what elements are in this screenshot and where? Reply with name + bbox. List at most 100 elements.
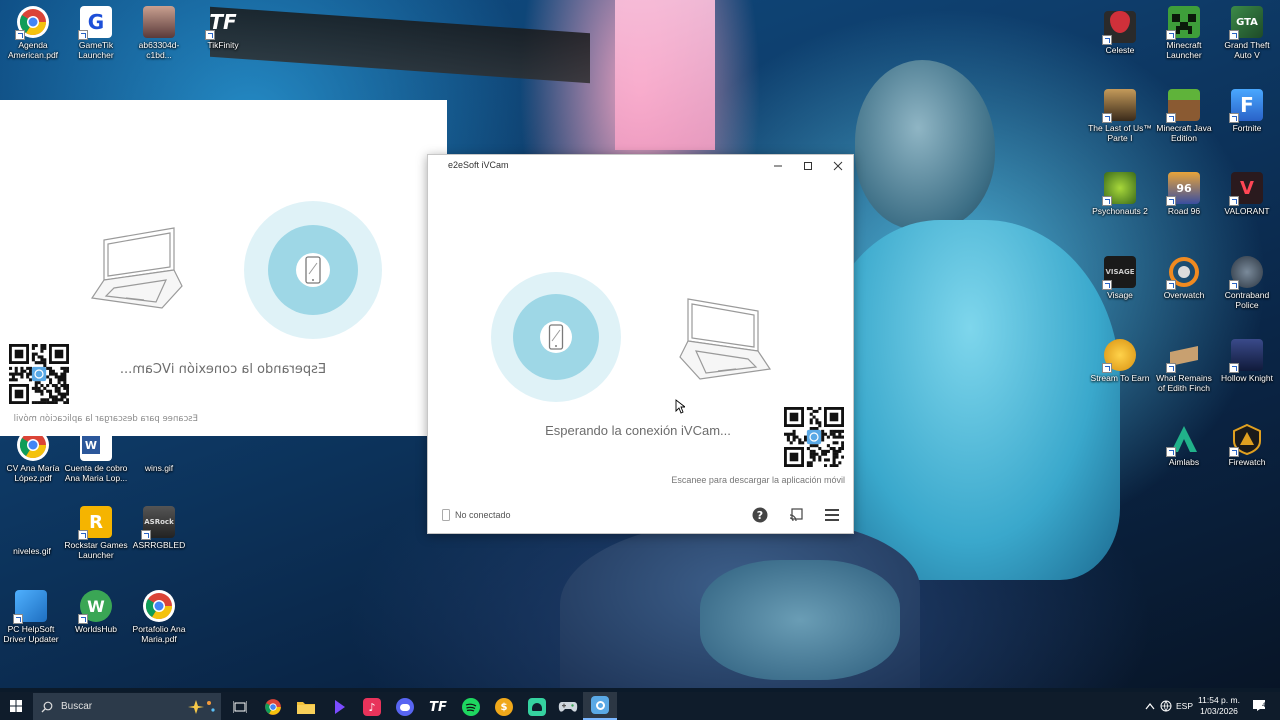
desktop-icon-visage[interactable]: VISAGE Visage: [1088, 256, 1152, 300]
search-placeholder: Buscar: [61, 701, 93, 712]
desktop-icon-label: Minecraft Java Edition: [1156, 123, 1212, 143]
desktop-icon-label: Grand Theft Auto V: [1224, 40, 1270, 60]
ivcam-taskbar-icon: [591, 696, 609, 714]
desktop-icon-portafolio[interactable]: Portafolio Ana Maria.pdf: [127, 590, 191, 644]
desktop-icon-asrrgbled[interactable]: ASRock ASRRGBLED: [127, 506, 191, 550]
windows-logo-icon: [10, 700, 22, 712]
taskbar: Buscar ♪ TF $ ESP 11:54 p. m. 1/03/2026: [0, 692, 1280, 720]
taskbar-discord[interactable]: [394, 696, 416, 718]
desktop-icon-stream-to-earn[interactable]: Stream To Earn: [1088, 339, 1152, 383]
desktop-icon-label: TikFinity: [207, 40, 239, 50]
driver-updater-icon: [13, 590, 47, 624]
desktop-icon-valorant[interactable]: V VALORANT: [1215, 172, 1279, 216]
desktop-icon-last-of-us[interactable]: The Last of Us™ Parte I: [1088, 89, 1152, 143]
taskbar-xbox[interactable]: [557, 696, 579, 718]
desktop-icon-gametik[interactable]: G GameTik Launcher: [64, 6, 128, 60]
title-bar[interactable]: e2eSoft iVCam: [428, 155, 853, 177]
maximize-button[interactable]: [793, 155, 823, 177]
desktop-icon-rockstar[interactable]: R Rockstar Games Launcher: [64, 506, 128, 560]
clock-date: 1/03/2026: [1200, 706, 1238, 716]
spotify-icon: [462, 698, 480, 716]
desktop-icon-contraband-police[interactable]: Contraband Police: [1215, 256, 1279, 310]
file-explorer-icon: [297, 702, 315, 714]
wallpaper-person-arm: [700, 560, 900, 680]
taskbar-tikfinity[interactable]: TF: [427, 696, 449, 718]
desktop-icon-label: Road 96: [1167, 206, 1201, 216]
taskbar-android-app[interactable]: [526, 696, 548, 718]
last-of-us-icon: [1102, 89, 1136, 123]
aimlabs-icon: [1166, 423, 1200, 457]
xbox-controller-icon: [558, 702, 578, 712]
mouse-cursor-icon: [675, 399, 685, 414]
desktop-icon-tikfinity[interactable]: TF TikFinity: [191, 6, 255, 50]
desktop-icon-label: Portafolio Ana Maria.pdf: [132, 624, 186, 644]
taskbar-tiktok[interactable]: ♪: [361, 696, 383, 718]
help-icon: ?: [752, 507, 768, 523]
close-button[interactable]: [823, 155, 853, 177]
desktop-icon-road-96[interactable]: 96 Road 96: [1152, 172, 1216, 216]
phone-connection-indicator: [491, 272, 621, 402]
desktop-icon-overwatch[interactable]: Overwatch: [1152, 256, 1216, 300]
wallpaper-keyboard: [210, 6, 590, 84]
desktop-icon-psychonauts[interactable]: Psychonauts 2: [1088, 172, 1152, 216]
task-view-button[interactable]: [229, 696, 251, 718]
gametik-icon: G: [78, 6, 112, 40]
taskbar-coin-app[interactable]: $: [493, 696, 515, 718]
desktop-icon-cv-ana-maria[interactable]: CV Ana María López.pdf: [1, 429, 65, 483]
desktop-icon-label: Celeste: [1105, 45, 1135, 55]
scan-download-text: Escanee para descargar la aplicación móv…: [671, 475, 845, 485]
window-title: e2eSoft iVCam: [448, 160, 509, 170]
desktop-icon-firewatch[interactable]: Firewatch: [1215, 423, 1279, 467]
desktop-icon-minecraft-java[interactable]: Minecraft Java Edition: [1152, 89, 1216, 143]
taskbar-search-box[interactable]: Buscar: [33, 693, 221, 720]
taskbar-chrome[interactable]: [262, 696, 284, 718]
ivcam-window: e2eSoft iVCam Esperando la conexión iVCa…: [427, 154, 854, 534]
ghost-scan-text: Escanee para descargar la aplicación móv…: [13, 414, 198, 424]
notifications-icon[interactable]: 4: [1252, 698, 1266, 712]
download-qr-code: [9, 344, 70, 405]
show-hidden-icons-icon[interactable]: [1145, 702, 1155, 710]
desktop-icon-aimlabs[interactable]: Aimlabs: [1152, 423, 1216, 467]
desktop-icon-worldshub[interactable]: W WorldsHub: [64, 590, 128, 634]
desktop-icon-label: Psychonauts 2: [1092, 206, 1148, 216]
desktop-icon-label: Firewatch: [1228, 457, 1266, 467]
desktop-icon-agenda-american[interactable]: Agenda American.pdf: [1, 6, 65, 60]
desktop-icon-minecraft-launcher[interactable]: Minecraft Launcher: [1152, 6, 1216, 60]
taskbar-ivcam[interactable]: [583, 692, 617, 720]
photo-thumbnail-icon: [143, 6, 175, 38]
desktop-icon-cuenta-de-cobro[interactable]: W Cuenta de cobro Ana Maria Lop...: [64, 429, 128, 483]
desktop-icon-celeste[interactable]: Celeste: [1088, 6, 1152, 55]
celeste-strawberry-icon: [1102, 11, 1136, 45]
minimize-icon: [774, 165, 782, 167]
cast-button[interactable]: [786, 505, 806, 525]
psychonauts-icon: [1102, 172, 1136, 206]
desktop-icon-label: Agenda American.pdf: [7, 40, 59, 60]
menu-button[interactable]: [822, 505, 842, 525]
taskbar-spotify[interactable]: [460, 696, 482, 718]
waiting-connection-text: Esperando la conexión iVCam...: [545, 423, 731, 438]
minimize-button[interactable]: [763, 155, 793, 177]
start-button[interactable]: [0, 692, 32, 720]
desktop-icon-pc-helpsoft[interactable]: PC HelpSoft Driver Updater: [0, 590, 63, 644]
minecraft-grass-icon: [1166, 89, 1200, 123]
help-button[interactable]: ?: [750, 505, 770, 525]
desktop-icon-fortnite[interactable]: F Fortnite: [1215, 89, 1279, 133]
desktop-icon-niveles-gif[interactable]: niveles.gif: [0, 512, 64, 556]
desktop-icon-hollow-knight[interactable]: Hollow Knight: [1215, 339, 1279, 383]
desktop-icon-label: GameTik Launcher: [78, 40, 114, 60]
network-icon[interactable]: [1160, 700, 1172, 712]
clock[interactable]: 11:54 p. m. 1/03/2026: [1197, 695, 1241, 717]
desktop-icon-edith-finch[interactable]: What Remains of Edith Finch: [1152, 339, 1216, 393]
desktop-icon-photo[interactable]: ab63304d-c1bd...: [127, 6, 191, 60]
task-view-icon: [233, 701, 247, 713]
desktop-icon-gta-v[interactable]: GTA Grand Theft Auto V: [1215, 6, 1279, 60]
taskbar-gametik[interactable]: [328, 696, 350, 718]
asrock-icon: ASRock: [141, 506, 175, 540]
chrome-pdf-icon: [143, 590, 175, 622]
taskbar-file-explorer[interactable]: [295, 696, 317, 718]
cast-icon: [789, 508, 803, 522]
input-language[interactable]: ESP: [1176, 701, 1193, 711]
coin-app-icon: $: [495, 698, 513, 716]
phone-connection-indicator: [244, 201, 382, 339]
phone-status-icon: [442, 509, 450, 521]
